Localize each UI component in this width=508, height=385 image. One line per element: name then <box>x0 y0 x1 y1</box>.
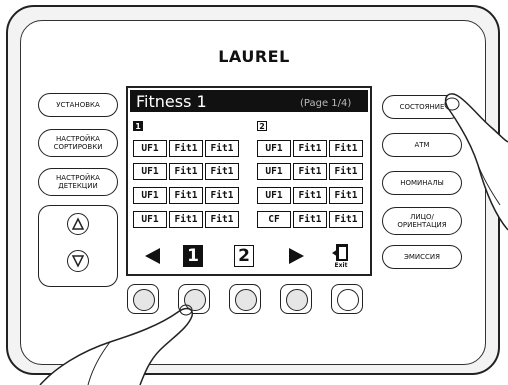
grid-cell[interactable]: Fit1 <box>329 163 363 180</box>
grid-cell[interactable]: Fit1 <box>293 140 327 157</box>
prev-page-button[interactable] <box>141 245 165 267</box>
grid-cell[interactable]: Fit1 <box>169 187 203 204</box>
grid-cell[interactable]: UF1 <box>257 140 291 157</box>
face-orientation-button[interactable]: ЛИЦО/ ОРИЕНТАЦИЯ <box>382 207 462 235</box>
sort-settings-button[interactable]: НАСТРОЙКА СОРТИРОВКИ <box>38 129 118 157</box>
denominations-button[interactable]: НОМИНАЛЫ <box>382 171 462 195</box>
grid-cell[interactable]: Fit1 <box>293 187 327 204</box>
grid-cell[interactable]: Fit1 <box>169 211 203 228</box>
left-arrow-icon <box>145 248 160 264</box>
grid-cell[interactable]: Fit1 <box>169 163 203 180</box>
setup-button[interactable]: УСТАНОВКА <box>38 93 118 117</box>
brand-logo: LAUREL <box>218 47 290 66</box>
right-arrow-icon <box>289 248 304 264</box>
status-button-label: СОСТОЯНИЕ <box>399 103 445 111</box>
emission-button-label: ЭМИССИЯ <box>403 253 441 261</box>
screen-title: Fitness 1 <box>136 92 207 111</box>
grid-cell[interactable]: UF1 <box>133 187 167 204</box>
soft-key-5[interactable] <box>331 284 363 314</box>
exit-label: Exit <box>334 262 348 269</box>
detection-settings-button[interactable]: НАСТРОЙКА ДЕТЕКЦИИ <box>38 168 118 196</box>
status-button[interactable]: СОСТОЯНИЕ <box>382 95 462 119</box>
page-2-button[interactable]: 2 <box>234 245 254 267</box>
soft-key-3[interactable] <box>229 284 261 314</box>
page-indicator: (Page 1/4) <box>300 98 352 109</box>
grid-cell[interactable]: UF1 <box>257 187 291 204</box>
atm-button[interactable]: АТМ <box>382 133 462 157</box>
grid-cell[interactable]: Fit1 <box>205 163 239 180</box>
grid-cell[interactable]: CF <box>257 211 291 228</box>
sort-settings-button-label: НАСТРОЙКА СОРТИРОВКИ <box>53 135 103 151</box>
grid-cell[interactable]: UF1 <box>133 140 167 157</box>
grid-cell[interactable]: Fit1 <box>205 187 239 204</box>
soft-key-4-cap <box>286 289 308 311</box>
denominations-button-label: НОМИНАЛЫ <box>400 179 444 187</box>
grid-cell[interactable]: Fit1 <box>205 211 239 228</box>
down-triangle-icon <box>71 255 85 268</box>
emission-button[interactable]: ЭМИССИЯ <box>382 245 462 269</box>
up-button[interactable] <box>67 213 89 235</box>
down-button[interactable] <box>67 250 89 272</box>
face-orientation-button-label: ЛИЦО/ ОРИЕНТАЦИЯ <box>397 213 447 229</box>
exit-button[interactable]: Exit <box>330 242 352 272</box>
soft-key-1[interactable] <box>127 284 159 314</box>
soft-key-5-cap <box>337 289 359 311</box>
exit-door-icon <box>332 244 348 261</box>
grid-cell[interactable]: Fit1 <box>329 211 363 228</box>
detection-settings-button-label: НАСТРОЙКА ДЕТЕКЦИИ <box>56 174 100 190</box>
grid-cell[interactable]: Fit1 <box>329 187 363 204</box>
soft-key-2[interactable] <box>178 284 210 314</box>
soft-key-1-cap <box>133 289 155 311</box>
grid-cell[interactable]: UF1 <box>133 211 167 228</box>
soft-key-4[interactable] <box>280 284 312 314</box>
group-1-label: 1 <box>133 121 143 131</box>
grid-cell[interactable]: Fit1 <box>293 211 327 228</box>
page-1-button[interactable]: 1 <box>183 245 203 267</box>
next-page-button[interactable] <box>284 245 308 267</box>
grid-cell[interactable]: Fit1 <box>329 140 363 157</box>
atm-button-label: АТМ <box>414 141 430 149</box>
grid-cell[interactable]: Fit1 <box>205 140 239 157</box>
grid-cell[interactable]: UF1 <box>133 163 167 180</box>
up-triangle-icon <box>71 217 85 230</box>
group-2-label: 2 <box>257 121 267 131</box>
soft-key-3-cap <box>235 289 257 311</box>
grid-cell[interactable]: Fit1 <box>293 163 327 180</box>
grid-cell[interactable]: UF1 <box>257 163 291 180</box>
setup-button-label: УСТАНОВКА <box>56 101 100 109</box>
grid-cell[interactable]: Fit1 <box>169 140 203 157</box>
soft-key-2-cap <box>184 289 206 311</box>
